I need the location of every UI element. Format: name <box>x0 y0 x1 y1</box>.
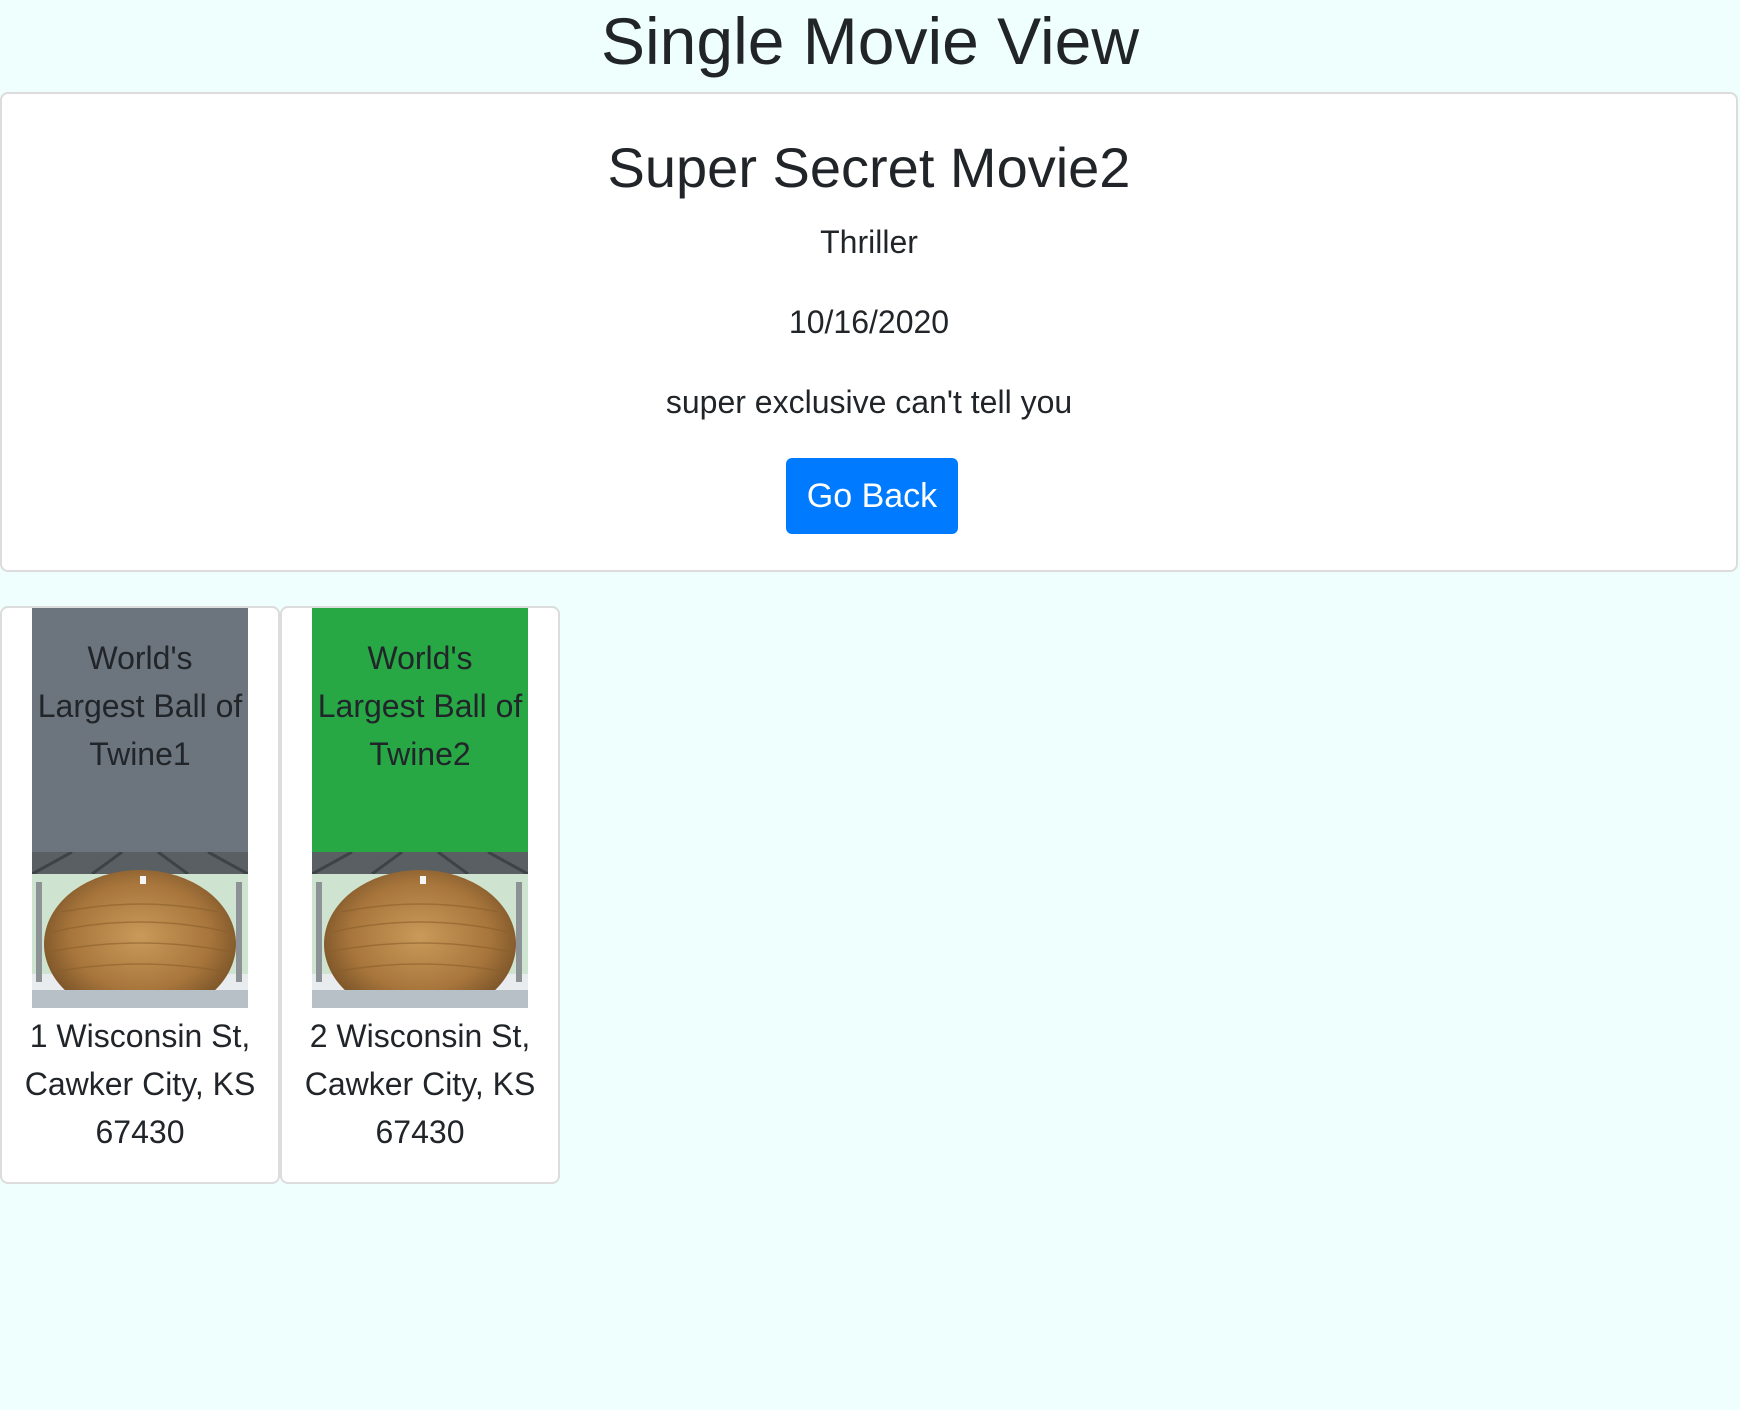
location-name-header: World's Largest Ball of Twine1 <box>32 608 248 852</box>
ball-of-twine-photo <box>32 852 248 1008</box>
page-title: Single Movie View <box>600 4 1140 78</box>
go-back-button[interactable]: Go Back <box>786 458 958 534</box>
movie-release-date: 10/16/2020 <box>788 304 950 340</box>
movie-description: super exclusive can't tell you <box>665 384 1073 420</box>
ball-of-twine-photo <box>312 852 528 1008</box>
movie-detail-card: Super Secret Movie2 Thriller 10/16/2020 … <box>0 92 1738 572</box>
location-address: 1 Wisconsin St, Cawker City, KS 67430 <box>24 1018 256 1150</box>
location-card[interactable]: World's Largest Ball of Twine1 1 Wiscons… <box>0 606 280 1184</box>
location-address: 2 Wisconsin St, Cawker City, KS 67430 <box>304 1018 536 1150</box>
movie-genre: Thriller <box>820 224 918 260</box>
movie-title: Super Secret Movie2 <box>607 136 1131 199</box>
location-card[interactable]: World's Largest Ball of Twine2 2 Wiscons… <box>280 606 560 1184</box>
location-name-header: World's Largest Ball of Twine2 <box>312 608 528 852</box>
